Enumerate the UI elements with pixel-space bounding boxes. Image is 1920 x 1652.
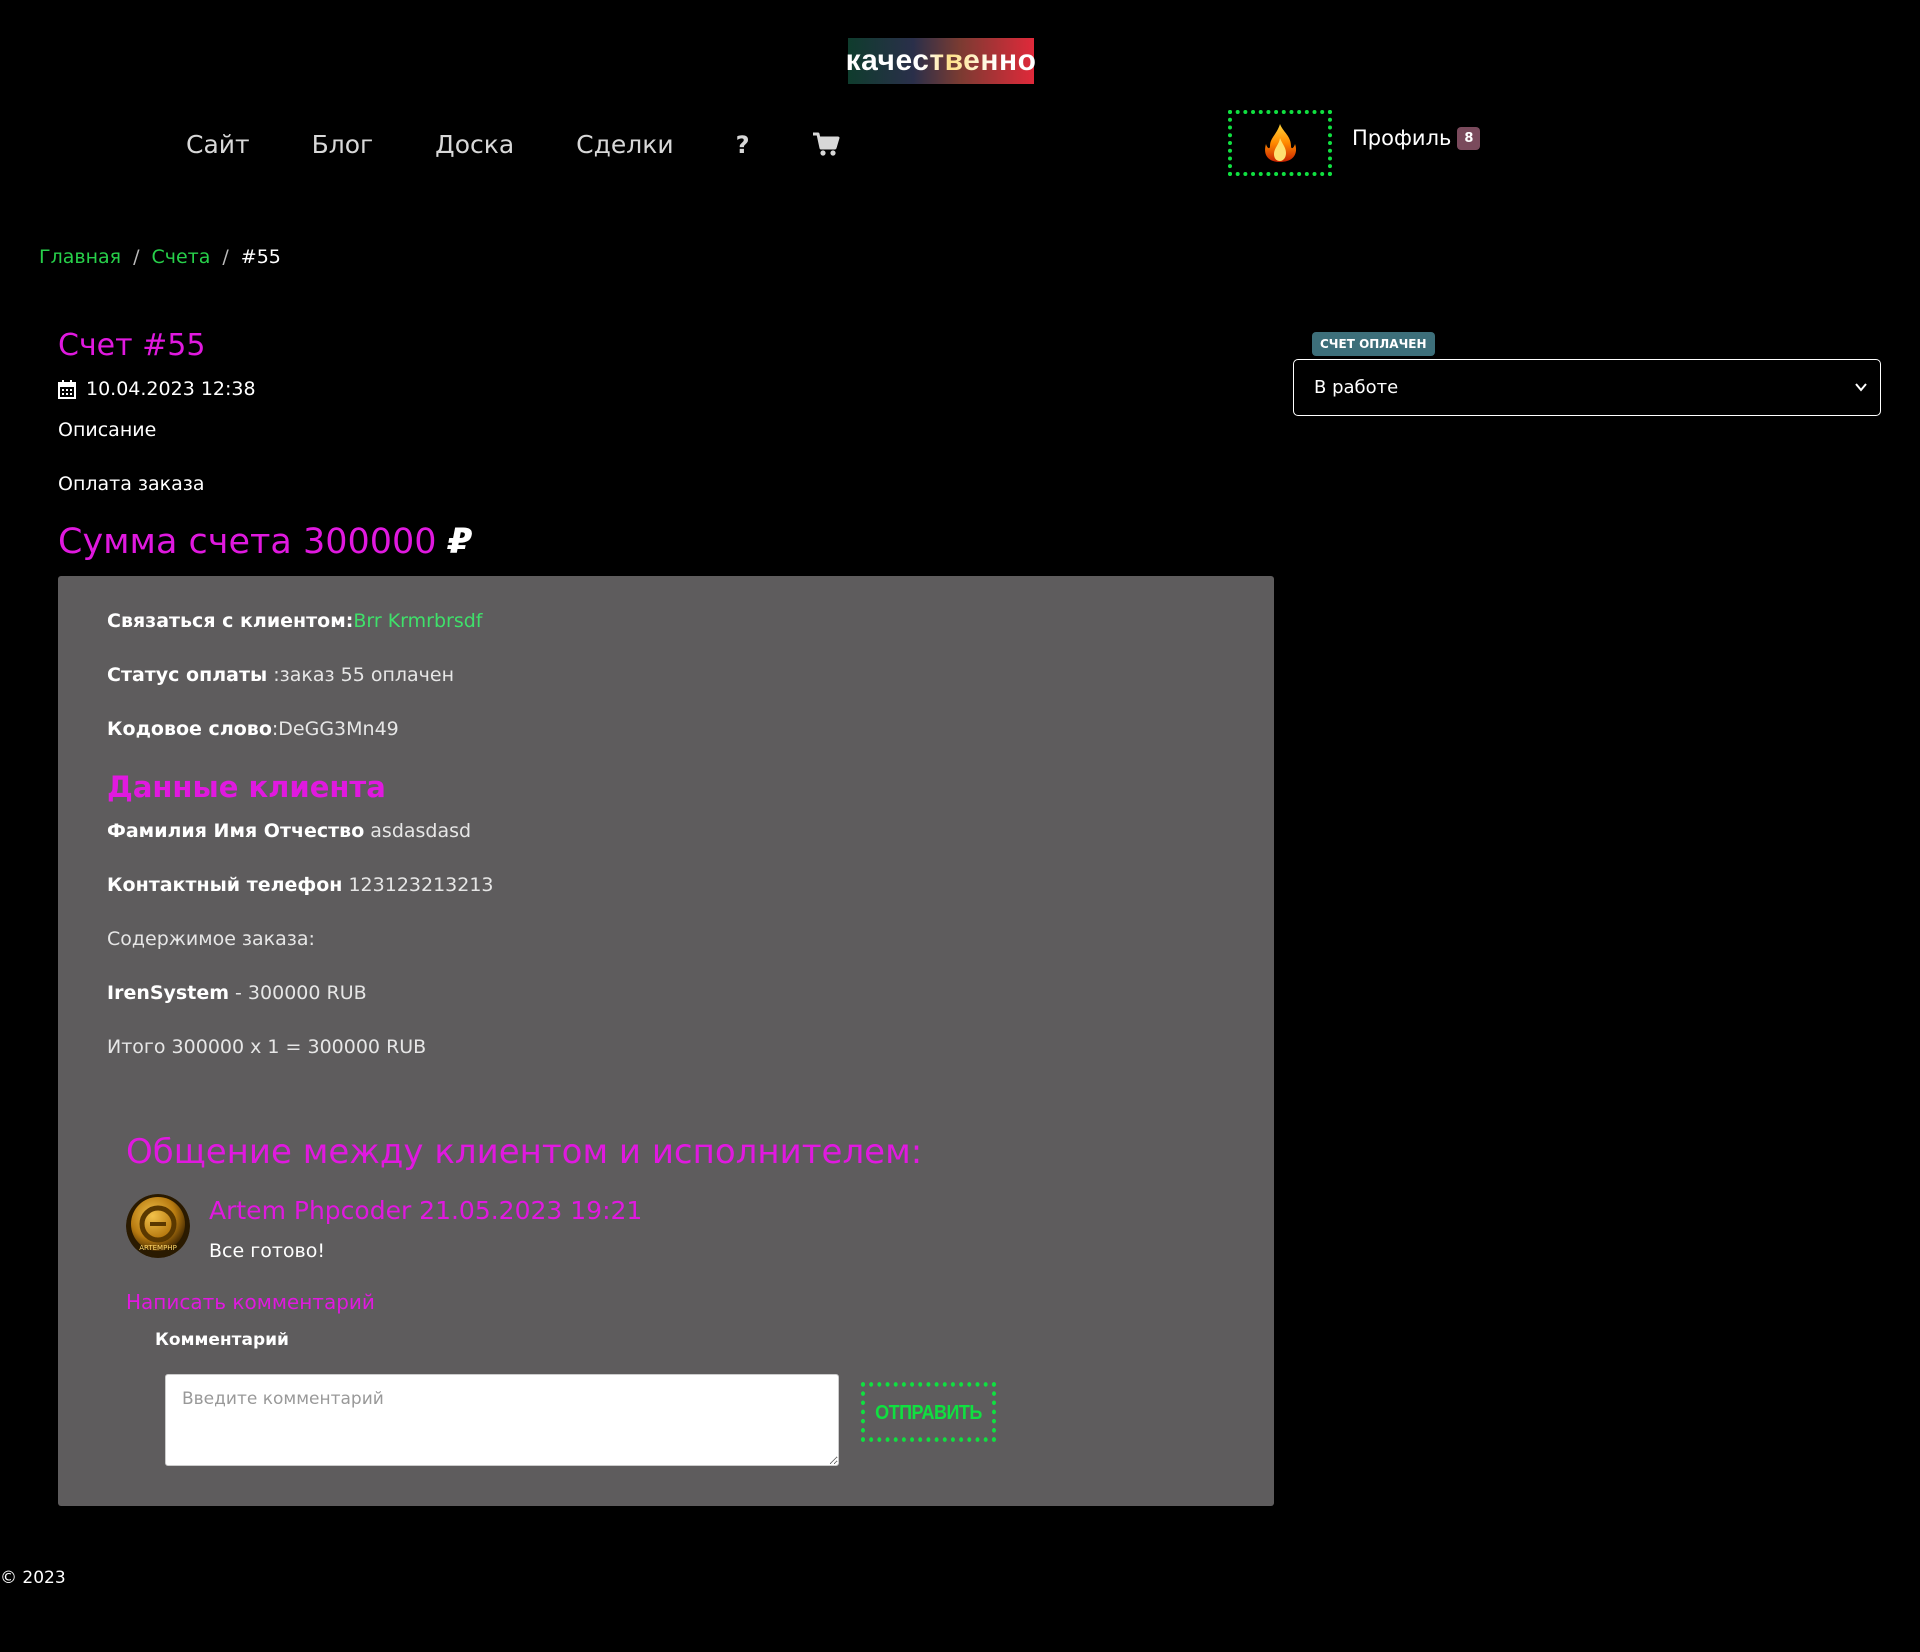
calendar-icon <box>58 379 76 399</box>
contact-label: Связаться с клиентом: <box>107 610 354 632</box>
cart-icon[interactable] <box>812 132 840 158</box>
nav-item-blog[interactable]: Блог <box>312 130 374 159</box>
client-data-title: Данные клиента <box>107 770 386 804</box>
order-item-row: IrenSystem - 300000 RUB <box>107 982 367 1004</box>
profile-label: Профиль <box>1352 126 1452 150</box>
invoice-sum-text: Сумма счета 300000 <box>58 522 437 562</box>
breadcrumb-home[interactable]: Главная <box>39 246 121 268</box>
phone-row: Контактный телефон 123123213213 <box>107 874 494 896</box>
code-word-label: Кодовое слово <box>107 718 272 740</box>
order-contents-text: Содержимое заказа: <box>107 928 315 950</box>
breadcrumb-current: #55 <box>240 246 281 268</box>
full-name-value: asdasdasd <box>364 820 472 842</box>
breadcrumb-separator: / <box>133 246 140 268</box>
chevron-down-icon <box>1855 383 1867 392</box>
status-select-value: В работе <box>1314 377 1399 398</box>
logo-text: качественно <box>845 44 1037 77</box>
invoice-date-text: 10.04.2023 12:38 <box>86 378 256 400</box>
send-button[interactable]: ОТПРАВИТЬ <box>861 1382 996 1442</box>
invoice-date: 10.04.2023 12:38 <box>58 378 256 400</box>
phone-value: 123123213213 <box>342 874 494 896</box>
nav-item-board[interactable]: Доска <box>435 130 514 159</box>
nav-item-deals[interactable]: Сделки <box>576 130 673 159</box>
order-contents-label: Содержимое заказа: <box>107 928 315 950</box>
breadcrumb-separator: / <box>222 246 229 268</box>
code-word-row: Кодовое слово:DeGG3Mn49 <box>107 718 399 740</box>
site-logo[interactable]: качественно <box>845 38 1037 84</box>
profile-link[interactable]: Профиль 8 <box>1352 126 1481 150</box>
invoice-details-card: Связаться с клиентом:Brr Krmrbrsdf Стату… <box>58 576 1274 1506</box>
order-item-price: - 300000 RUB <box>229 982 367 1004</box>
payment-status-label: Статус оплаты <box>107 664 268 686</box>
full-name-row: Фамилия Имя Отчество asdasdasd <box>107 820 471 842</box>
main-nav: Сайт Блог Доска Сделки ? <box>186 130 902 159</box>
order-total-row: Итого 300000 x 1 = 300000 RUB <box>107 1036 426 1058</box>
comment-label: Комментарий <box>155 1330 289 1350</box>
avatar: ARTEMPHP <box>126 1194 190 1258</box>
payment-status-row: Статус оплаты :заказ 55 оплачен <box>107 664 454 686</box>
avatar-text: ARTEMPHP <box>139 1244 177 1252</box>
nav-item-site[interactable]: Сайт <box>186 130 250 159</box>
help-icon[interactable]: ? <box>736 131 750 159</box>
notification-badge: 8 <box>1457 126 1481 150</box>
fire-icon <box>1265 124 1297 162</box>
fire-button[interactable] <box>1228 110 1332 176</box>
phone-label: Контактный телефон <box>107 874 343 896</box>
description-label: Описание <box>58 419 157 441</box>
write-comment-heading: Написать комментарий <box>126 1290 375 1314</box>
description-text: Оплата заказа <box>58 473 205 495</box>
message-text: Все готово! <box>209 1240 325 1262</box>
invoice-sum: Сумма счета 300000 ₽ <box>58 522 472 562</box>
full-name-label: Фамилия Имя Отчество <box>107 820 365 842</box>
breadcrumb-invoices[interactable]: Счета <box>151 246 210 268</box>
client-contact-link[interactable]: Brr Krmrbrsdf <box>353 610 482 632</box>
message-author: Artem Phpcoder 21.05.2023 19:21 <box>209 1196 643 1225</box>
order-item-name: IrenSystem <box>107 982 229 1004</box>
payment-status-value: :заказ 55 оплачен <box>267 664 455 686</box>
status-badge: Счет оплачен <box>1312 332 1435 356</box>
footer-copyright: © 2023 <box>0 1568 66 1588</box>
code-word-value: :DeGG3Mn49 <box>271 718 399 740</box>
order-total: Итого 300000 x 1 = 300000 RUB <box>107 1036 427 1058</box>
page-title: Счет #55 <box>58 328 206 363</box>
contact-row: Связаться с клиентом:Brr Krmrbrsdf <box>107 610 482 632</box>
ruble-sign: ₽ <box>447 522 473 562</box>
status-select[interactable]: В работе <box>1293 359 1881 416</box>
comment-input[interactable] <box>165 1374 839 1466</box>
breadcrumb: Главная / Счета / #55 <box>39 246 281 268</box>
chat-title: Общение между клиентом и исполнителем: <box>126 1132 923 1172</box>
